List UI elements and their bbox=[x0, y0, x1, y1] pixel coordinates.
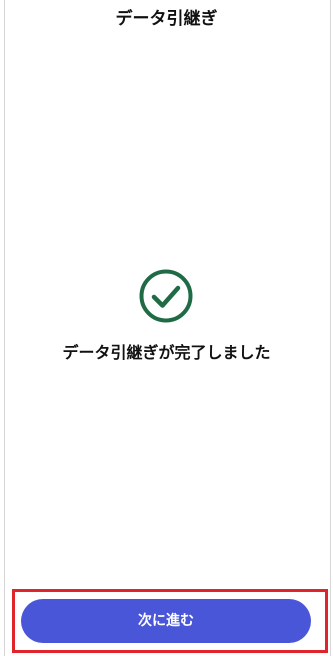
screen: データ引継ぎ データ引継ぎが完了しました 次に進む bbox=[0, 0, 333, 656]
check-circle-icon bbox=[139, 269, 193, 323]
completion-message: データ引継ぎが完了しました bbox=[62, 343, 271, 362]
next-button[interactable]: 次に進む bbox=[21, 599, 311, 643]
right-divider bbox=[330, 0, 331, 656]
left-divider bbox=[4, 0, 5, 656]
page-title: データ引継ぎ bbox=[115, 9, 218, 29]
